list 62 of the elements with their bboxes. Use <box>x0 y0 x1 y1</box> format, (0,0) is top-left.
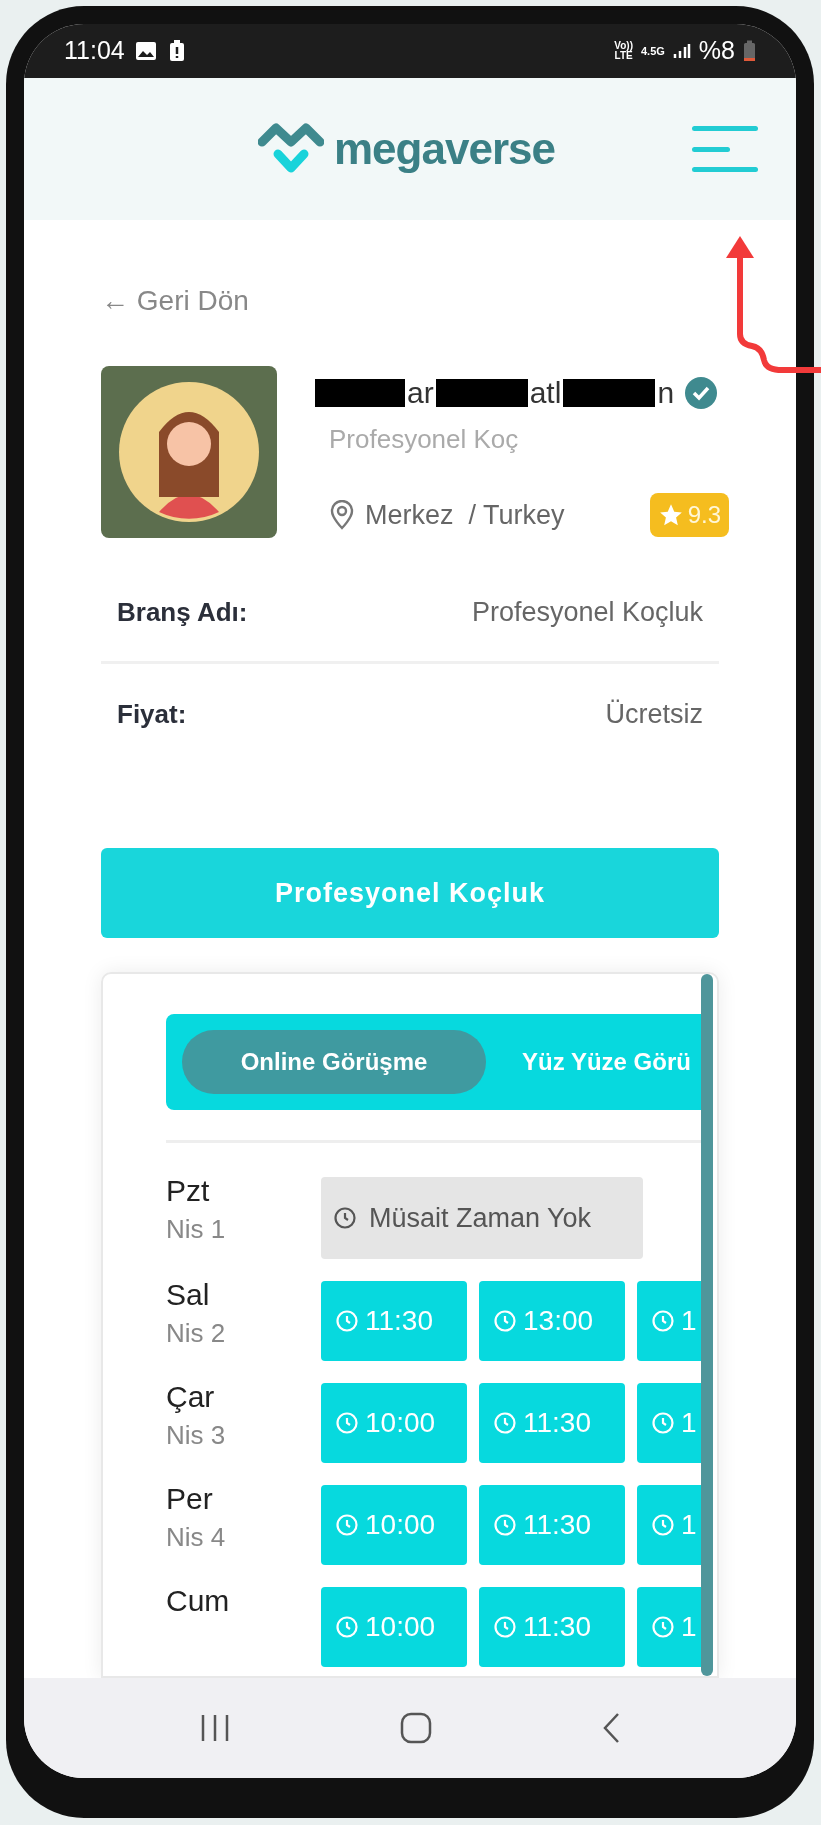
signal-icon <box>672 42 691 60</box>
time-slot-button[interactable]: 10:00 <box>321 1485 467 1565</box>
rating-badge: 9.3 <box>649 493 729 537</box>
day-date: Nis 3 <box>166 1419 227 1452</box>
time-slot-button[interactable]: 10:00 <box>321 1383 467 1463</box>
location-pin-icon <box>329 500 355 530</box>
time-slot-button[interactable]: 11:30 <box>321 1281 467 1361</box>
time-slot-button[interactable]: 1 <box>637 1587 701 1667</box>
clock-icon <box>493 1615 517 1639</box>
name-fragment: ar <box>407 378 434 408</box>
clock-icon <box>335 1411 359 1435</box>
time-slot-button[interactable]: 10:00 <box>321 1587 467 1667</box>
service-button[interactable]: Profesyonel Koçluk <box>101 848 719 938</box>
detail-value: Profesyonel Koçluk <box>471 596 703 630</box>
home-icon[interactable] <box>399 1711 433 1745</box>
time-slot-button[interactable]: 11:30 <box>479 1383 625 1463</box>
meeting-tab[interactable]: Online Görüşme <box>182 1030 486 1094</box>
clock-icon <box>493 1411 517 1435</box>
battery-percent: %8 <box>698 35 735 67</box>
detail-label: Branş Adı: <box>117 596 248 629</box>
time-slot-button[interactable]: 11:30 <box>479 1485 625 1565</box>
image-icon <box>134 41 157 61</box>
clock-icon <box>651 1309 675 1333</box>
clock-icon <box>335 1309 359 1333</box>
day-date: Nis 4 <box>166 1521 227 1554</box>
time-slot-button[interactable]: 11:30 <box>479 1587 625 1667</box>
location-text: Merkez / Turkey <box>365 498 565 532</box>
clock-icon <box>333 1206 357 1230</box>
clock-icon <box>335 1513 359 1537</box>
logo-text: megaverse <box>334 123 555 175</box>
meeting-tab[interactable]: Yüz Yüze Görü <box>522 1030 691 1094</box>
day-date: Nis 2 <box>166 1317 227 1350</box>
name-fragment: atl <box>529 378 562 408</box>
alert-icon <box>168 40 185 62</box>
day-name: Çar <box>166 1379 216 1415</box>
clock-icon <box>651 1513 675 1537</box>
day-name: Pzt <box>166 1173 211 1209</box>
detail-value: Ücretsiz <box>605 697 703 731</box>
day-name: Cum <box>166 1583 231 1619</box>
clock-icon <box>651 1615 675 1639</box>
clock-icon <box>493 1513 517 1537</box>
battery-icon <box>743 40 756 62</box>
clock-icon <box>335 1615 359 1639</box>
status-time: 11:04 <box>64 35 125 67</box>
time-slot-button[interactable]: 13:00 <box>479 1281 625 1361</box>
day-date: Nis 1 <box>166 1213 227 1246</box>
clock-icon <box>651 1411 675 1435</box>
volte-label: Vo)) <box>614 41 633 51</box>
star-icon <box>657 502 684 528</box>
detail-label: Fiyat: <box>117 697 187 731</box>
time-slot-button[interactable]: 1 <box>637 1383 701 1463</box>
name-fragment: n <box>657 378 675 408</box>
back-link[interactable]: ← Geri Dön <box>101 280 719 322</box>
day-name: Per <box>166 1481 214 1517</box>
time-slot-button[interactable]: 1 <box>637 1281 701 1361</box>
network-label: 4.5G <box>641 43 665 59</box>
no-slots-label: Müsait Zaman Yok <box>321 1177 643 1259</box>
lte-label: LTE <box>614 51 633 61</box>
profile-title: Profesyonel Koç <box>329 423 520 456</box>
time-slot-button[interactable]: 1 <box>637 1485 701 1565</box>
day-name: Sal <box>166 1277 211 1313</box>
clock-icon <box>493 1309 517 1333</box>
